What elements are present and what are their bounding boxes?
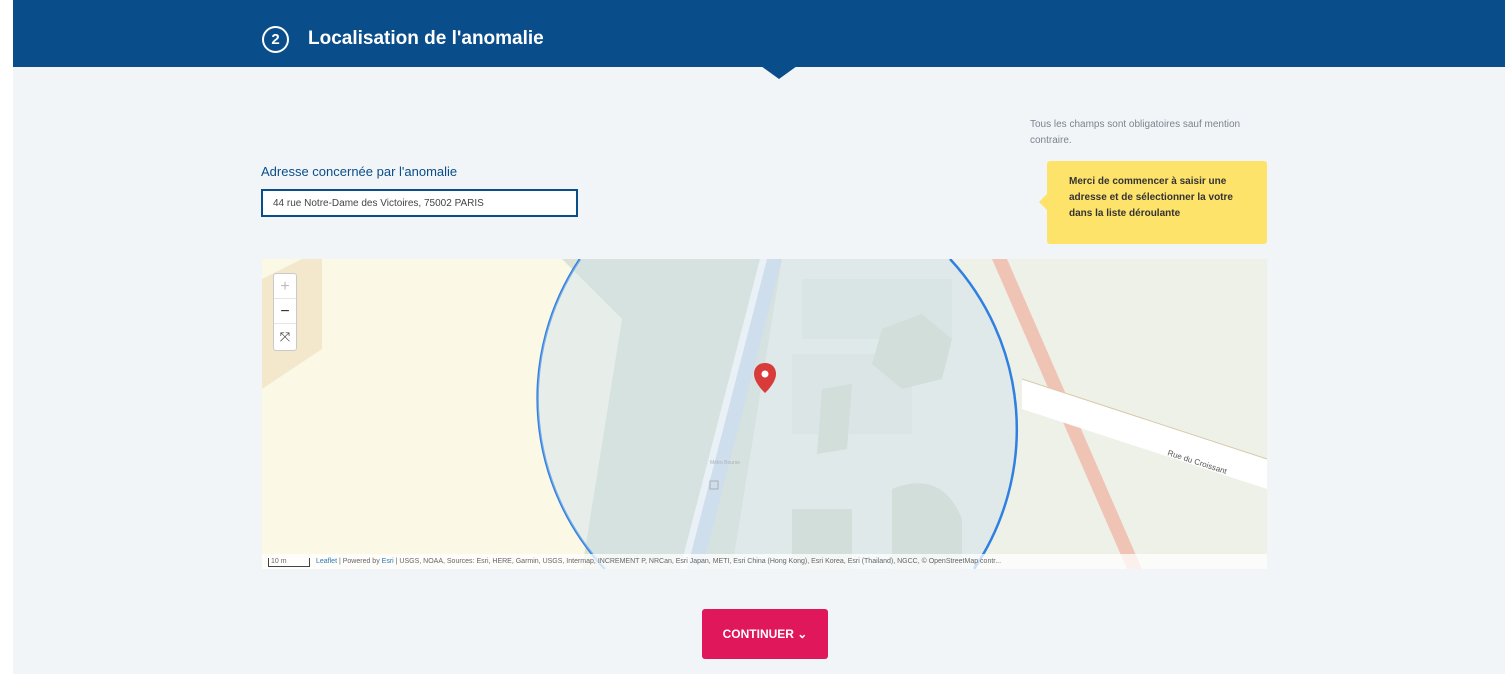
continue-button[interactable]: CONTINUER ⌄ <box>702 609 828 659</box>
step-header-arrow <box>761 66 797 79</box>
zoom-out-button[interactable]: − <box>274 299 296 324</box>
map-tiles: Rue du Croissant Métro Bourse <box>262 259 1267 569</box>
address-input[interactable] <box>261 189 578 217</box>
map-zoom-controls: + − ⤧ <box>273 273 297 351</box>
fullscreen-icon[interactable]: ⤧ <box>274 324 296 349</box>
location-map[interactable]: Rue du Croissant Métro Bourse + − ⤧ 10 m… <box>262 259 1267 569</box>
page-frame: 2 Localisation de l'anomalie Tous les ch… <box>13 0 1505 674</box>
step-number-badge: 2 <box>262 26 289 53</box>
attribution-powered: | Powered by <box>337 558 382 565</box>
leaflet-link[interactable]: Leaflet <box>316 558 337 565</box>
mandatory-fields-note: Tous les champs sont obligatoires sauf m… <box>1030 119 1241 146</box>
map-scale: 10 m <box>268 558 310 567</box>
tooltip-arrow <box>1039 194 1047 210</box>
step-header: 2 Localisation de l'anomalie <box>13 0 1505 67</box>
attribution-sources: | USGS, NOAA, Sources: Esri, HERE, Garmi… <box>393 558 1002 565</box>
map-attribution: 10 m Leaflet | Powered by Esri | USGS, NO… <box>262 554 1267 569</box>
address-help-tooltip: Merci de commencer à saisir une adresse … <box>1047 161 1267 244</box>
step-title: Localisation de l'anomalie <box>308 28 544 49</box>
esri-link[interactable]: Esri <box>382 558 394 565</box>
address-label: Adresse concernée par l'anomalie <box>261 164 458 179</box>
zoom-in-button[interactable]: + <box>274 274 296 299</box>
